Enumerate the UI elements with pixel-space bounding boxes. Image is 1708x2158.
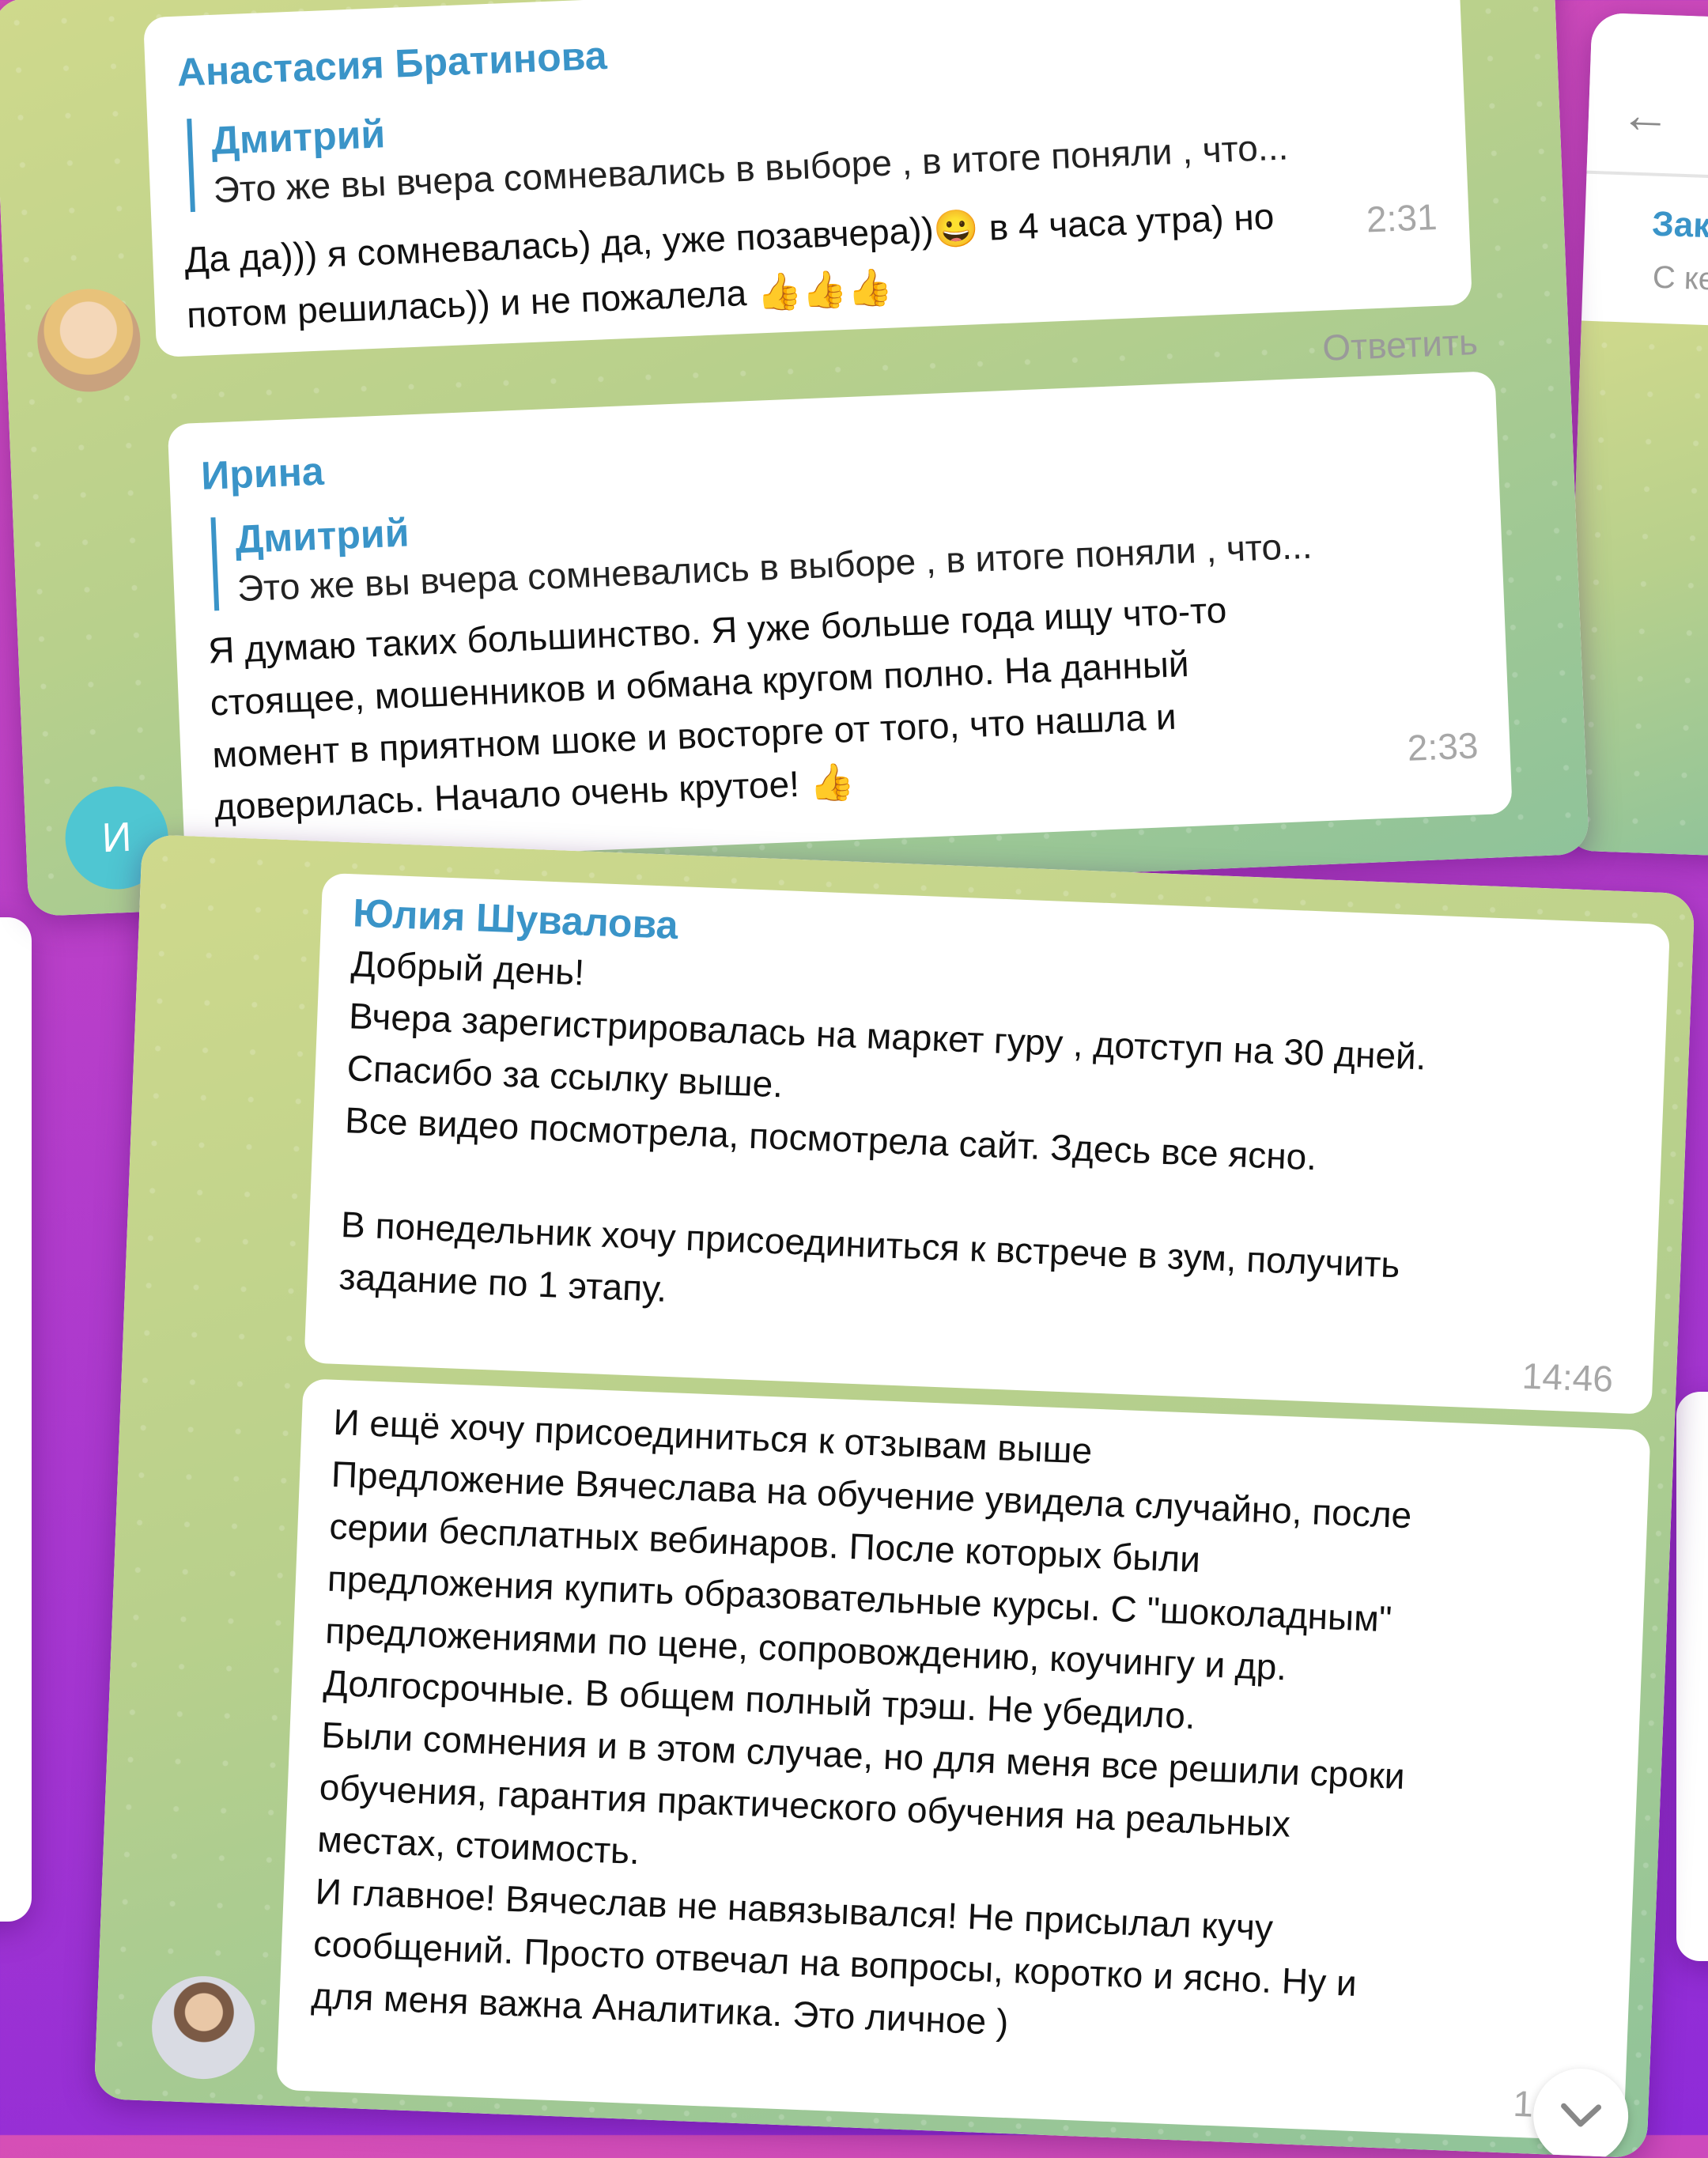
chat-subtitle: С ке — [1652, 259, 1708, 297]
chat-card-1: Анастасия Братинова Дмитрий Это же вы вч… — [0, 0, 1589, 917]
message-time: 2:31 — [1365, 195, 1438, 240]
reply-button[interactable]: Ответить — [1321, 320, 1479, 369]
chat-card-2: Юлия Шувалова Добрый день! Вчера зарегис… — [93, 834, 1695, 2158]
reply-quote[interactable]: Дмитрий Это же вы вчера сомневались в вы… — [210, 467, 1479, 611]
sender-name[interactable]: Ирина — [200, 448, 324, 499]
chevron-down-icon — [1561, 2103, 1602, 2127]
message-time: 14:46 — [1521, 1355, 1614, 1400]
message-text: Я думаю таких большинство. Я уже больше … — [207, 584, 1234, 833]
left-chat-card-edge — [0, 917, 32, 1922]
sender-name[interactable]: Анастасия Братинова — [176, 32, 608, 96]
back-arrow-icon[interactable]: ← — [1619, 85, 1672, 145]
message-bubble[interactable]: Ирина Дмитрий Это же вы вчера сомневалис… — [167, 371, 1513, 867]
message-bubble[interactable]: Юлия Шувалова Добрый день! Вчера зарегис… — [304, 872, 1671, 1415]
message-bubble[interactable]: И ещё хочу присоединиться к отзывам выше… — [276, 1378, 1651, 2142]
message-bubble[interactable]: Анастасия Братинова Дмитрий Это же вы вч… — [143, 0, 1472, 358]
chat-title: Зак — [1651, 204, 1708, 246]
right-chat-card: ← Зак С ке — [1563, 12, 1708, 858]
message-time: 2:33 — [1406, 724, 1479, 769]
message-text: И ещё хочу присоединиться к отзывам выше… — [311, 1396, 1418, 2063]
message-text: Добрый день! Вчера зарегистрировалась на… — [338, 937, 1429, 1344]
right-chat-card-edge — [1676, 1392, 1708, 1961]
